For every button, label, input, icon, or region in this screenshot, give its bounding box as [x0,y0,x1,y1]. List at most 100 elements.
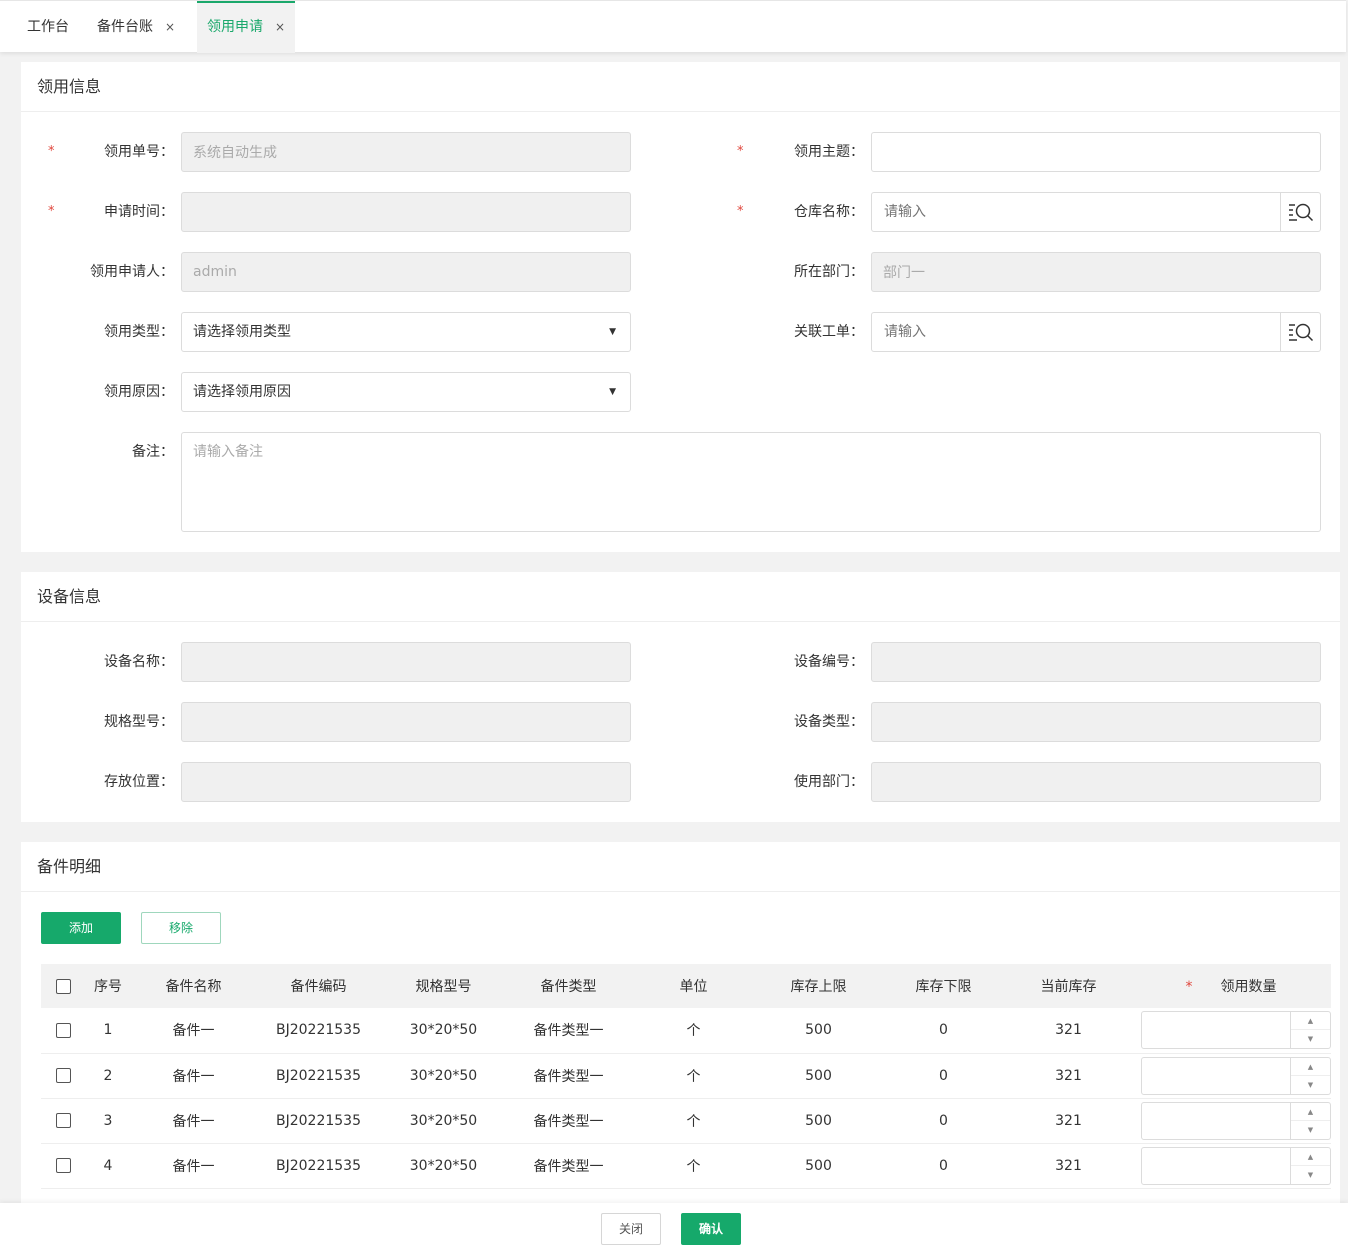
qty-stepper[interactable]: ▲ ▼ [1290,1147,1330,1184]
tab-workbench[interactable]: 工作台 [27,1,69,53]
cell-part-name: 备件一 [131,1053,256,1099]
cell-part-name: 备件一 [131,1098,256,1144]
apply-type-label: 领用类型： [104,324,174,340]
qty-input[interactable]: ▲ ▼ [1141,1101,1331,1140]
cell-index: 2 [85,1053,131,1099]
applicant-label: 领用申请人： [90,264,174,280]
row-checkbox[interactable] [55,1158,71,1173]
remark-textarea[interactable] [181,432,1321,532]
qty-input[interactable]: ▲ ▼ [1141,1146,1331,1185]
cell-stock-current: 321 [1006,1098,1131,1144]
spin-down-icon[interactable]: ▼ [1291,1166,1330,1184]
row-checkbox[interactable] [55,1068,71,1083]
search-list-button[interactable] [1280,313,1320,351]
cell-stock-max: 500 [756,1053,881,1099]
search-list-icon [1288,323,1313,342]
subject-label: 领用主题： [794,144,864,160]
subject-input[interactable] [871,132,1321,172]
device-code-label: 设备编号： [794,654,864,670]
close-icon[interactable]: × [165,20,175,34]
cell-part-type: 备件类型一 [506,1098,631,1144]
cell-stock-current: 321 [1006,1053,1131,1099]
applicant-field [181,252,631,292]
remark-label: 备注： [132,444,174,460]
footer-bar: 关闭 确认 [0,1203,1348,1249]
spin-up-icon[interactable]: ▲ [1291,1012,1330,1031]
warehouse-label: 仓库名称： [794,204,864,220]
col-header: 备件类型 [506,964,631,1008]
cell-part-code: BJ20221535 [256,1143,381,1189]
qty-stepper[interactable]: ▲ ▼ [1290,1012,1330,1049]
section-title: 领用信息 [21,62,1340,112]
caret-down-icon: ▼ [609,387,616,397]
tab-apply[interactable]: 领用申请 × [197,1,296,53]
cell-model: 30*20*50 [381,1098,506,1144]
close-button[interactable]: 关闭 [601,1213,661,1245]
order-no-label: 领用单号： [104,144,174,160]
cell-part-code: BJ20221535 [256,1008,381,1054]
spin-up-icon[interactable]: ▲ [1291,1103,1330,1121]
caret-down-icon: ▼ [609,327,616,337]
col-header-qty: * 领用数量 [1131,964,1331,1008]
col-header: 库存下限 [881,964,1006,1008]
cell-stock-max: 500 [756,1008,881,1054]
qty-input[interactable]: ▲ ▼ [1141,1011,1331,1050]
cell-stock-current: 321 [1006,1143,1131,1189]
parts-table: 序号 备件名称 备件编码 规格型号 备件类型 单位 库存上限 库存下限 当前库存… [41,964,1331,1189]
col-header: 备件编码 [256,964,381,1008]
select-all-checkbox[interactable] [55,978,71,994]
apply-time-label: 申请时间： [104,204,174,220]
confirm-button[interactable]: 确认 [681,1213,741,1245]
qty-stepper[interactable]: ▲ ▼ [1290,1102,1330,1139]
order-no-field [181,132,631,172]
qty-input[interactable]: ▲ ▼ [1141,1056,1331,1095]
cell-index: 3 [85,1098,131,1144]
work-order-input[interactable] [872,313,1272,351]
section-title: 备件明细 [21,842,1340,892]
cell-unit: 个 [631,1008,756,1054]
col-header: 备件名称 [131,964,256,1008]
spin-up-icon[interactable]: ▲ [1291,1148,1330,1166]
cell-part-name: 备件一 [131,1143,256,1189]
device-code-field [871,642,1321,682]
device-info-panel: 设备信息 设备名称： 设备编号： 规格型号： 设备类型： 存放位置： 使用部门： [21,572,1340,822]
cell-stock-min: 0 [881,1008,1006,1054]
row-checkbox[interactable] [55,1022,71,1038]
row-checkbox[interactable] [55,1113,71,1128]
tab-parts-ledger[interactable]: 备件台账 × [97,1,175,53]
device-name-field [181,642,631,682]
warehouse-input[interactable] [872,193,1272,231]
cell-part-name: 备件一 [131,1008,256,1054]
col-header: 单位 [631,964,756,1008]
search-list-button[interactable] [1280,193,1320,231]
device-name-label: 设备名称： [104,654,174,670]
apply-reason-select[interactable]: 请选择领用原因 ▼ [181,372,631,412]
cell-unit: 个 [631,1053,756,1099]
spin-down-icon[interactable]: ▼ [1291,1121,1330,1139]
spin-up-icon[interactable]: ▲ [1291,1058,1330,1076]
device-type-field [871,702,1321,742]
cell-stock-min: 0 [881,1098,1006,1144]
add-button[interactable]: 添加 [41,912,121,944]
cell-part-type: 备件类型一 [506,1008,631,1054]
cell-part-code: BJ20221535 [256,1053,381,1099]
table-row: 4 备件一 BJ20221535 30*20*50 备件类型一 个 500 0 … [41,1143,1331,1189]
apply-type-select[interactable]: 请选择领用类型 ▼ [181,312,631,352]
apply-info-panel: 领用信息 * 领用单号： * 领用主题： * 申请时间： * 仓库名称： 领用申… [21,62,1340,552]
spin-down-icon[interactable]: ▼ [1291,1076,1330,1094]
cell-stock-current: 321 [1006,1008,1131,1054]
table-row: 2 备件一 BJ20221535 30*20*50 备件类型一 个 500 0 … [41,1053,1331,1099]
cell-stock-min: 0 [881,1053,1006,1099]
close-icon[interactable]: × [275,20,285,34]
cell-index: 4 [85,1143,131,1189]
cell-part-code: BJ20221535 [256,1098,381,1144]
device-model-field [181,702,631,742]
table-row: 1 备件一 BJ20221535 30*20*50 备件类型一 个 500 0 … [41,1008,1331,1054]
cell-stock-max: 500 [756,1098,881,1144]
device-type-label: 设备类型： [794,714,864,730]
search-list-icon [1288,203,1313,222]
cell-part-type: 备件类型一 [506,1053,631,1099]
qty-stepper[interactable]: ▲ ▼ [1290,1057,1330,1094]
remove-button[interactable]: 移除 [141,912,221,944]
spin-down-icon[interactable]: ▼ [1291,1030,1330,1048]
